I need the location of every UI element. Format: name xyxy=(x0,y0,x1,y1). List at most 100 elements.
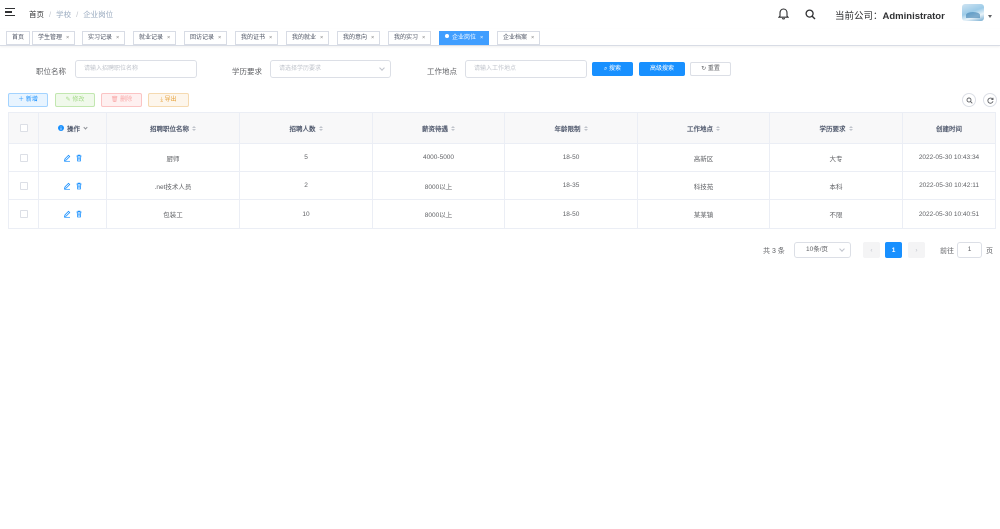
row-checkbox[interactable] xyxy=(19,210,28,218)
cell-education: 不限 xyxy=(770,200,903,228)
tag-employment-records[interactable]: 就业记录 × xyxy=(133,31,177,45)
column-header-created-time: 创建时间 xyxy=(903,113,995,143)
close-icon[interactable]: × xyxy=(371,35,374,41)
work-location-input[interactable]: 请输入工作地点 xyxy=(465,60,587,78)
advanced-search-button[interactable]: 高级搜索 xyxy=(639,62,685,76)
hamburger-icon[interactable] xyxy=(5,8,15,18)
tag-student-management[interactable]: 学生管理 × xyxy=(32,31,76,45)
refresh-button[interactable] xyxy=(983,93,997,107)
tag-label: 企业档案 xyxy=(503,35,528,41)
cell-age-limit: 18-50 xyxy=(505,144,638,171)
add-button[interactable]: ＋ 新增 xyxy=(8,93,48,107)
delete-button[interactable]: 🗑 删除 xyxy=(101,93,142,107)
edit-button[interactable]: ✎ 修改 xyxy=(55,93,95,107)
sort-icon[interactable] xyxy=(192,125,196,131)
sort-icon[interactable] xyxy=(451,125,455,131)
edit-button-label: 修改 xyxy=(72,97,85,103)
edit-icon[interactable] xyxy=(63,182,71,190)
column-header-position-name[interactable]: 招聘职位名称 xyxy=(107,113,240,143)
pagination-total: 共 3 条 xyxy=(763,248,785,255)
search-icon[interactable] xyxy=(803,7,817,21)
tag-label: 企业岗位 xyxy=(452,35,477,41)
company-label: 当前公司： xyxy=(835,11,883,22)
education-placeholder: 请选择学历要求 xyxy=(279,66,322,72)
goto-page-input[interactable]: 1 xyxy=(957,242,982,258)
cell-headcount: 10 xyxy=(240,200,373,228)
sort-icon[interactable] xyxy=(716,125,720,131)
tag-label: 首页 xyxy=(12,35,25,41)
close-icon[interactable]: × xyxy=(218,35,221,41)
trash-icon[interactable] xyxy=(75,154,83,162)
cell-position-name: 厨师 xyxy=(107,144,240,171)
column-header-label: 操作 xyxy=(67,126,80,133)
work-location-label: 工作地点 xyxy=(427,67,457,76)
tag-home[interactable]: 首页 xyxy=(6,31,31,45)
tag-label: 学生管理 xyxy=(38,35,63,41)
select-all-checkbox[interactable] xyxy=(19,124,28,132)
table-row[interactable]: .net技术人员 2 8000以上 18-35 科技苑 本科 2022-05-3… xyxy=(9,172,995,200)
row-checkbox[interactable] xyxy=(19,153,28,162)
position-name-label: 职位名称 xyxy=(36,67,66,76)
tag-enterprise-positions[interactable]: 企业岗位 × xyxy=(439,31,490,45)
close-icon[interactable]: × xyxy=(320,35,323,41)
tag-label: 我的证书 xyxy=(241,35,266,41)
toggle-search-button[interactable] xyxy=(962,93,976,107)
edit-icon[interactable] xyxy=(63,154,71,162)
close-icon[interactable]: × xyxy=(269,35,272,41)
sort-icon[interactable] xyxy=(583,125,588,131)
export-button-label: 导出 xyxy=(164,97,177,103)
next-page-button[interactable]: › xyxy=(908,242,925,258)
row-checkbox[interactable] xyxy=(19,181,28,190)
position-name-input[interactable]: 请输入招聘职位名称 xyxy=(75,60,197,78)
tag-my-internship[interactable]: 我的实习 × xyxy=(388,31,432,45)
search-button[interactable]: ⌕ 搜索 xyxy=(592,62,633,76)
prev-page-button[interactable]: ‹ xyxy=(863,242,880,258)
cell-position-name: 包装工 xyxy=(107,200,240,228)
close-icon[interactable]: × xyxy=(116,35,119,41)
education-select[interactable]: 请选择学历要求 xyxy=(270,60,391,78)
caret-down-icon[interactable] xyxy=(988,15,992,18)
trash-icon[interactable] xyxy=(75,210,83,218)
trash-icon: 🗑 xyxy=(110,97,121,103)
tag-label: 我的实习 xyxy=(394,35,419,41)
page-size-select[interactable]: 10条/页 xyxy=(794,242,851,258)
column-header-age-limit[interactable]: 年龄限制 xyxy=(505,113,638,143)
close-icon[interactable]: × xyxy=(422,35,425,41)
breadcrumb-school[interactable]: 学校 xyxy=(56,9,71,20)
tag-my-intention[interactable]: 我的意向 × xyxy=(337,31,381,45)
cell-created-time: 2022-05-30 10:42:11 xyxy=(919,182,979,189)
column-header-actions[interactable]: i 操作 xyxy=(39,113,107,143)
column-header-label: 薪资待遇 xyxy=(422,126,448,133)
chevron-down-icon xyxy=(83,124,88,130)
table-row[interactable]: 包装工 10 8000以上 18-50 某某镇 不限 2022-05-30 10… xyxy=(9,200,995,228)
active-dot-icon xyxy=(445,34,449,38)
column-header-salary[interactable]: 薪资待遇 xyxy=(373,113,505,143)
bell-icon[interactable] xyxy=(776,7,790,21)
page-number-button[interactable]: 1 xyxy=(885,242,902,258)
tag-visit-records[interactable]: 回访记录 × xyxy=(184,31,228,45)
tag-my-certificates[interactable]: 我的证书 × xyxy=(235,31,279,45)
tag-my-employment[interactable]: 我的就业 × xyxy=(286,31,330,45)
breadcrumb: 首页 / 学校 / 企业岗位 xyxy=(29,9,113,20)
avatar[interactable] xyxy=(962,4,984,21)
sort-icon[interactable] xyxy=(848,125,853,131)
close-icon[interactable]: × xyxy=(480,35,483,41)
column-header-education[interactable]: 学历要求 xyxy=(770,113,903,143)
edit-icon[interactable] xyxy=(63,210,71,218)
trash-icon[interactable] xyxy=(75,182,83,190)
search-icon xyxy=(966,97,973,104)
table-row[interactable]: 厨师 5 4000-5000 18-50 高新区 大专 2022-05-30 1… xyxy=(9,144,995,172)
tag-internship-records[interactable]: 实习记录 × xyxy=(82,31,126,45)
close-icon[interactable]: × xyxy=(66,35,69,41)
tag-enterprise-archives[interactable]: 企业档案 × xyxy=(497,31,541,45)
close-icon[interactable]: × xyxy=(531,35,534,41)
breadcrumb-home[interactable]: 首页 xyxy=(29,9,44,20)
sort-icon[interactable] xyxy=(318,125,323,131)
export-button[interactable]: ⤓ 导出 xyxy=(148,93,189,107)
close-icon[interactable]: × xyxy=(167,35,170,41)
column-header-work-location[interactable]: 工作地点 xyxy=(638,113,770,143)
cell-age-limit: 18-35 xyxy=(505,172,638,199)
column-header-headcount[interactable]: 招聘人数 xyxy=(240,113,373,143)
reset-button[interactable]: ↻ 重置 xyxy=(690,62,731,76)
column-header-label: 学历要求 xyxy=(819,126,846,133)
